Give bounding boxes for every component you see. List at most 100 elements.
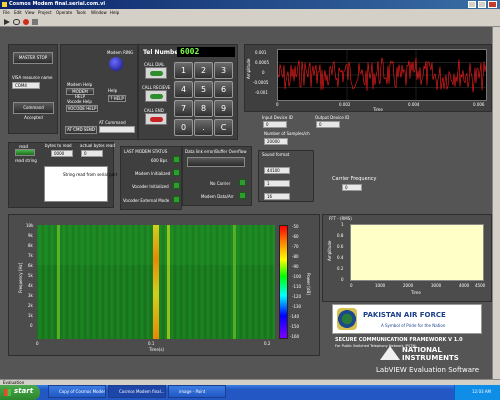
channels-field[interactable]: 1 [264,180,290,187]
carrier-frequency-field[interactable]: 0 [342,184,362,191]
modem-panel: Modem RING Modem Help MODEM HELP Help ? … [60,44,138,140]
menu-window[interactable]: Window [91,10,107,15]
waveform-trace [278,50,486,100]
controls-panel: MASTER STOP VISA resource name COM4 Comm… [8,44,58,134]
at-command-input[interactable] [99,126,135,133]
spectrogram-y-tick: 10k [26,223,34,228]
fft-y-tick: 1 [341,222,344,227]
taskbar-item-paint[interactable]: image - Paint [168,385,226,398]
master-stop-button[interactable]: MASTER STOP [13,52,53,64]
key-1[interactable]: 1 [174,62,193,79]
actual-bytes-read-label: actual bytes read [80,143,115,148]
bytes-to-read-label: bytes to read [45,143,72,148]
key-7[interactable]: 7 [174,100,193,117]
fft-x-tick: 4000 [459,283,470,288]
key-clear[interactable]: C [214,119,233,136]
run-continuous-icon[interactable] [13,19,20,25]
spectrogram-peak-line-3 [57,225,60,339]
menu-view[interactable]: View [25,10,35,15]
menu-operate[interactable]: Operate [56,10,72,15]
paf-tagline: A Symbol of Pride for the Nation [381,323,446,328]
pause-icon[interactable] [32,19,38,25]
key-6[interactable]: 6 [214,81,233,98]
taskbar-item-modem-final[interactable]: Cosmos Modem final... [108,385,166,398]
tel-number-label: Tel Number [143,49,182,56]
fft-x-tick: 1000 [375,283,386,288]
sound-format-label: Sound format [262,152,290,157]
modem-help-button[interactable]: MODEM HELP [66,88,94,99]
tel-number-display[interactable]: 6002 [177,47,235,57]
run-arrow-icon[interactable] [4,19,10,25]
colorbar-tick: -140 [290,314,300,319]
status-vocoder-ext-label: Vocoder External Mode [123,198,170,203]
output-device-field[interactable]: 0 [316,121,340,128]
menu-tools[interactable]: Tools [76,10,86,15]
samples-per-channel-field[interactable]: 20000 [264,138,288,145]
start-button[interactable]: start [0,385,40,400]
menu-file[interactable]: File [3,10,10,15]
read-toggle[interactable] [15,149,35,156]
status-modem-init-led [173,169,180,176]
paf-banner: PAKISTAN AIR FORCE A Symbol of Pride for… [332,304,482,334]
key-8[interactable]: 8 [194,100,213,117]
input-device-field[interactable]: 0 [263,121,287,128]
modem-data-label: Modem Data/Arr [201,194,234,199]
key-9[interactable]: 9 [214,100,233,117]
spectrogram-y-tick: 3k [28,293,33,298]
help-button[interactable]: ? HELP [108,95,126,102]
key-dot[interactable]: . [194,119,213,136]
menu-help[interactable]: Help [110,10,119,15]
call-receive-button[interactable] [145,90,167,102]
key-5[interactable]: 5 [194,81,213,98]
sound-format-panel: Sound format 44100 1 16 [258,150,314,202]
close-button[interactable] [488,1,497,8]
spectrogram-y-tick: 6k [28,263,33,268]
taskbar-item-copy-modem[interactable]: Copy of Cosmos Modem [48,385,106,398]
read-string-display[interactable]: String read from serial port [44,166,117,202]
modem-status-title: LAST MODEM STATUS [124,149,168,154]
minimize-button[interactable] [468,1,476,8]
key-3[interactable]: 3 [214,62,233,79]
maximize-button[interactable] [478,1,486,8]
spectrogram-y-tick: 9k [28,233,33,238]
visa-resource-select[interactable]: COM4 [12,82,40,89]
at-cmd-send-button[interactable]: AT CMD SEND [65,126,97,134]
waveform-y-tick: 0.001 [255,50,267,55]
spectrogram-y-tick: 2k [28,303,33,308]
fft-panel: FFT - (RMS) Amplitude 1 0.8 0.6 0.4 0.2 … [322,214,492,302]
paf-org-name: PAKISTAN AIR FORCE [363,311,446,319]
phone-green-icon [150,94,163,99]
waveform-plot[interactable] [277,49,487,101]
fft-y-axis-label: Amplitude [327,240,332,262]
key-4[interactable]: 4 [174,81,193,98]
bytes-to-read-field[interactable]: 0000 [51,150,73,157]
menu-project[interactable]: Project [38,10,52,15]
call-dial-button[interactable] [145,67,167,79]
spectrogram-plot[interactable] [37,225,275,339]
waveform-y-tick: -0.001 [255,90,268,95]
bits-per-sample-field[interactable]: 16 [264,193,290,200]
abort-icon[interactable] [23,19,29,25]
spectrogram-y-tick: 5k [28,273,33,278]
read-string-label: read string [15,158,37,163]
key-0[interactable]: 0 [174,119,193,136]
menu-edit[interactable]: Edit [14,10,22,15]
colorbar-tick: -100 [292,274,302,279]
spectrogram-x-tick: 0 [36,341,39,346]
ni-eagle-icon [380,346,400,360]
spectrogram-y-tick: 8k [28,243,33,248]
vertical-scrollbar[interactable] [492,27,500,379]
buffer-overflow-indicator [187,157,245,167]
waveform-y-tick: -0.0005 [253,80,269,85]
read-string-placeholder: String read from serial port [63,172,118,177]
fft-plot[interactable] [350,224,484,281]
call-end-button[interactable] [145,113,167,125]
help-label: Help [108,88,118,93]
modem-data-led [239,192,246,199]
fft-x-tick: 4500 [475,283,486,288]
colorbar-tick: -160 [290,334,300,339]
vocode-help-button[interactable]: VOCODE HELP [66,105,98,112]
sample-rate-field[interactable]: 44100 [264,167,290,174]
spectrogram-peak-line-2 [167,225,170,339]
key-2[interactable]: 2 [194,62,213,79]
